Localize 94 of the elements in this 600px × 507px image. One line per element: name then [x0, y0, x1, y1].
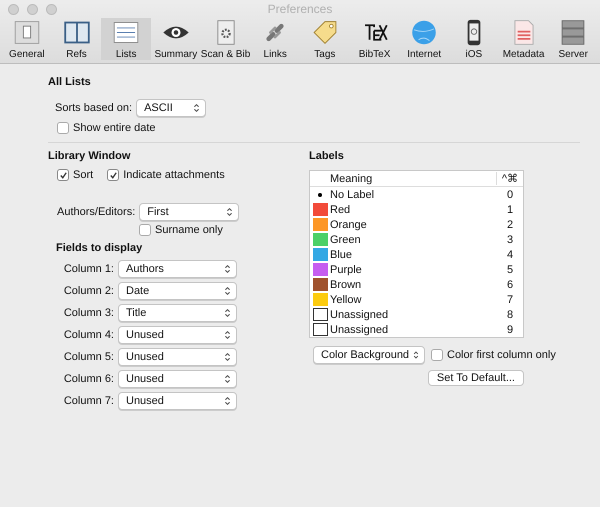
table-cell-text: 7	[506, 294, 514, 306]
chevron-icon	[413, 350, 419, 360]
table-row[interactable]: Purple 5	[310, 262, 523, 277]
checkbox-box[interactable]	[57, 169, 69, 181]
section-heading: Fields to display	[55, 241, 144, 256]
table-cell-text: 4	[506, 248, 514, 260]
window-control-icon[interactable]	[46, 4, 57, 15]
window-control-icon[interactable]	[8, 4, 19, 15]
table-cell-text: 3	[506, 234, 514, 246]
chevron-icon	[226, 207, 234, 217]
field-label: Column 2:	[62, 285, 114, 297]
toolbar-tab[interactable]: BibTeX	[350, 18, 400, 60]
toolbar-tab[interactable]: Metadata	[498, 18, 548, 60]
chevron-icon	[224, 264, 231, 274]
checkbox-box[interactable]	[107, 169, 120, 181]
window-control-icon[interactable]	[27, 4, 38, 15]
table-cell-text: Blue	[330, 248, 354, 260]
field-label: Column 5:	[62, 351, 114, 363]
checkbox[interactable]: Sort	[57, 169, 94, 181]
table-cell-text: 0	[506, 188, 514, 200]
popup-button[interactable]: First	[139, 203, 240, 221]
toolbar-tab[interactable]: iOS	[449, 18, 499, 60]
table-cell-text: Yellow	[330, 294, 362, 306]
checkbox[interactable]: Color first column only	[431, 349, 556, 361]
table-cell-text: 2	[506, 218, 514, 230]
popup-button[interactable]: Title	[118, 304, 237, 322]
chevron-icon	[193, 103, 200, 113]
field-label: Column 7:	[62, 395, 114, 407]
field-label: Column 1:	[62, 263, 114, 275]
table-cell-text: Unassigned	[330, 324, 390, 336]
chevron-icon	[224, 396, 231, 406]
popup-button[interactable]: Unused	[118, 326, 237, 344]
table-cell-text: Brown	[330, 278, 362, 290]
chevron-icon	[224, 374, 231, 384]
field-label: Authors/Editors:	[57, 206, 136, 218]
checkbox[interactable]: Indicate attachments	[107, 169, 225, 181]
table-row[interactable]: Blue 4	[310, 247, 523, 262]
table-cell-text: 1	[506, 204, 514, 216]
table-row[interactable]: Brown 6	[310, 277, 523, 292]
checkbox-box[interactable]	[431, 349, 443, 361]
checkbox[interactable]: Show entire date	[57, 122, 156, 134]
table-row[interactable]: Orange 2	[310, 217, 523, 232]
section-heading: All Lists	[48, 75, 92, 90]
table-cell-text: 8	[506, 308, 514, 320]
table-cell-text: 9	[506, 324, 514, 336]
toolbar-tab[interactable]: Refs	[52, 18, 102, 60]
popup-button[interactable]: ASCII	[136, 99, 206, 117]
table-cell-text: Red	[330, 204, 352, 216]
toolbar-tab[interactable]: Links	[250, 18, 300, 60]
bullet-icon	[318, 192, 322, 196]
chevron-icon	[224, 352, 231, 362]
section-heading: Labels	[309, 149, 345, 164]
table-cell-text: No Label	[330, 188, 376, 200]
popup-button[interactable]: Unused	[118, 370, 237, 388]
field-label: Column 4:	[62, 329, 114, 341]
table-cell-text: 6	[506, 278, 514, 290]
field-label: Column 3:	[62, 307, 114, 319]
checkbox[interactable]: Surname only	[139, 224, 223, 236]
table-cell-text: Purple	[330, 264, 363, 276]
table-row[interactable]: Green 3	[310, 232, 523, 247]
field-label: Column 6:	[62, 373, 114, 385]
toolbar-tab[interactable]: Scan & Bib	[200, 18, 250, 60]
popup-button[interactable]: Color Background	[313, 346, 425, 364]
set-default-button[interactable]: Set To Default...	[428, 370, 524, 386]
table-row[interactable]: Yellow 7	[310, 292, 523, 307]
table-row[interactable]: No Label 0	[310, 187, 523, 202]
chevron-icon	[224, 286, 231, 296]
popup-button[interactable]: Date	[118, 282, 237, 300]
popup-button[interactable]: Authors	[118, 260, 237, 278]
toolbar-tab[interactable]: Lists	[101, 18, 152, 60]
table-cell-text: Orange	[330, 218, 368, 230]
popup-button[interactable]: Unused	[118, 392, 237, 410]
checkbox-box[interactable]	[139, 224, 151, 236]
empty-swatch	[312, 308, 328, 321]
table-cell-text: 5	[506, 264, 514, 276]
chevron-icon	[224, 308, 231, 318]
column-header[interactable]: Meaning	[330, 172, 496, 184]
toolbar-tab[interactable]: General	[2, 18, 52, 60]
field-label: Sorts based on:	[55, 102, 132, 114]
table-row[interactable]: Unassigned 8	[310, 307, 523, 322]
chevron-icon	[224, 330, 231, 340]
table-cell-text: Green	[330, 234, 362, 246]
popup-button[interactable]: Unused	[118, 348, 237, 366]
toolbar-tab[interactable]: Internet	[399, 18, 450, 60]
toolbar-tab[interactable]: Summary	[151, 18, 201, 60]
toolbar-tab[interactable]: Tags	[300, 18, 350, 60]
column-header[interactable]: ^⌘	[496, 172, 523, 185]
window-title: Preferences	[268, 1, 332, 18]
table-cell-text: Unassigned	[330, 308, 390, 320]
table-row[interactable]: Red 1	[310, 202, 523, 217]
toolbar-tab[interactable]: Server	[548, 18, 598, 60]
checkbox-box[interactable]	[57, 122, 69, 134]
section-heading: Library Window	[48, 149, 132, 164]
table-row[interactable]: Unassigned 9	[310, 322, 523, 337]
